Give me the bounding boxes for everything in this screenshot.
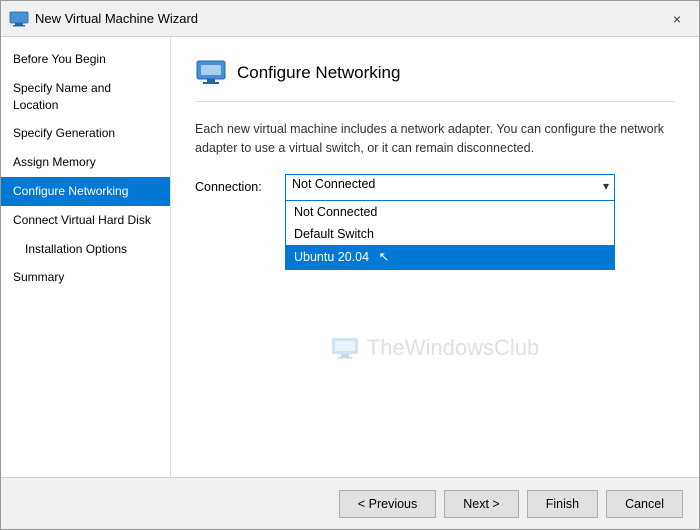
- previous-button[interactable]: < Previous: [339, 490, 436, 518]
- sidebar-item-assign-memory[interactable]: Assign Memory: [1, 148, 170, 177]
- page-header: Configure Networking: [195, 57, 675, 102]
- sidebar-item-installation-options[interactable]: Installation Options: [1, 235, 170, 264]
- dropdown-option-not-connected[interactable]: Not Connected: [286, 201, 614, 223]
- dropdown-list: Not Connected Default Switch Ubuntu 20.0…: [285, 200, 615, 270]
- window-icon: [9, 11, 29, 27]
- sidebar-item-summary[interactable]: Summary: [1, 263, 170, 292]
- connection-row: Connection: Not Connected ▾ Not Connecte…: [195, 174, 675, 200]
- watermark-text: TheWindowsClub: [367, 335, 539, 361]
- title-bar: New Virtual Machine Wizard ×: [1, 1, 699, 37]
- dropdown-option-default-switch[interactable]: Default Switch: [286, 223, 614, 245]
- sidebar-item-specify-name[interactable]: Specify Name and Location: [1, 74, 170, 120]
- cursor-pointer-icon: ↖: [379, 249, 390, 264]
- finish-button[interactable]: Finish: [527, 490, 598, 518]
- sidebar-item-before-you-begin[interactable]: Before You Begin: [1, 45, 170, 74]
- sidebar-item-specify-generation[interactable]: Specify Generation: [1, 119, 170, 148]
- window-title: New Virtual Machine Wizard: [35, 11, 663, 26]
- content-area: Before You Begin Specify Name and Locati…: [1, 37, 699, 477]
- dropdown-option-ubuntu[interactable]: Ubuntu 20.04 ↖: [286, 245, 614, 269]
- description-text: Each new virtual machine includes a netw…: [195, 120, 675, 158]
- networking-icon: [195, 57, 227, 89]
- footer: < Previous Next > Finish Cancel: [1, 477, 699, 529]
- cancel-button[interactable]: Cancel: [606, 490, 683, 518]
- page-title: Configure Networking: [237, 63, 400, 83]
- sidebar-item-connect-vhd[interactable]: Connect Virtual Hard Disk: [1, 206, 170, 235]
- close-button[interactable]: ×: [663, 7, 691, 31]
- connection-label: Connection:: [195, 180, 285, 194]
- connection-dropdown[interactable]: Not Connected ▾ Not Connected Default Sw…: [285, 174, 615, 200]
- sidebar: Before You Begin Specify Name and Locati…: [1, 37, 171, 477]
- main-panel: Configure Networking Each new virtual ma…: [171, 37, 699, 477]
- sidebar-item-configure-networking[interactable]: Configure Networking: [1, 177, 170, 206]
- watermark-icon: [331, 337, 359, 359]
- dropdown-selected-value[interactable]: Not Connected: [285, 174, 615, 200]
- window: New Virtual Machine Wizard × Before You …: [0, 0, 700, 530]
- next-button[interactable]: Next >: [444, 490, 518, 518]
